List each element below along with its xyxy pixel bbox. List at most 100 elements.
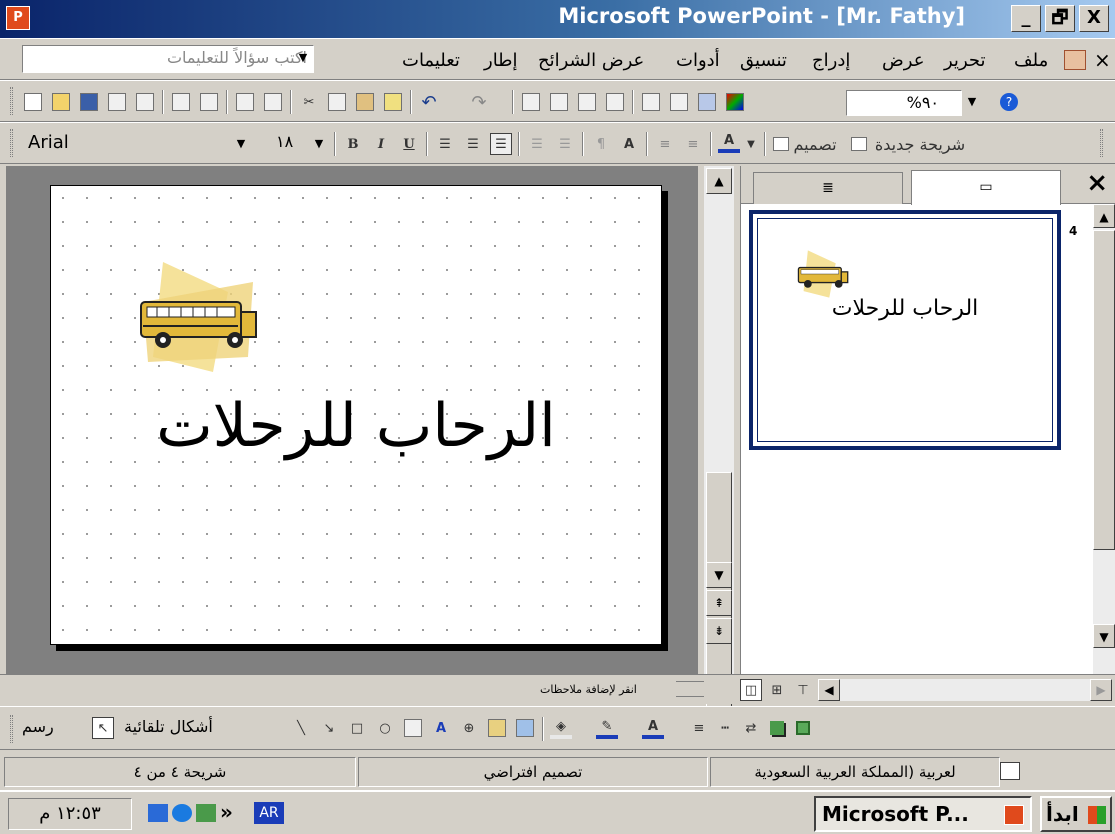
- fill-color-icon[interactable]: ◈: [550, 717, 572, 739]
- expand-all-icon[interactable]: [640, 91, 662, 113]
- decrease-indent-icon[interactable]: ≡: [654, 133, 676, 155]
- font-name-chevron-down-icon[interactable]: ▼: [232, 133, 250, 155]
- slideshow-view-icon[interactable]: ⊤: [792, 679, 814, 701]
- menu-help[interactable]: تعليمات: [402, 50, 460, 71]
- pane-scroll-down-icon[interactable]: ▼: [1093, 624, 1115, 648]
- bullets-icon[interactable]: ☰: [554, 133, 576, 155]
- spelling-icon[interactable]: [234, 91, 256, 113]
- pane-scrollbar[interactable]: ▲ ▼: [1093, 204, 1115, 674]
- splitter-icon[interactable]: [676, 681, 704, 697]
- menu-close-icon[interactable]: ×: [1094, 48, 1111, 72]
- next-slide-icon[interactable]: ⇟: [706, 618, 732, 644]
- font-color-chevron-down-icon[interactable]: ▼: [740, 133, 762, 155]
- chevron-down-icon[interactable]: ▼: [294, 47, 312, 69]
- grid-icon[interactable]: [696, 91, 718, 113]
- line-icon[interactable]: ╲: [290, 717, 312, 739]
- undo-icon[interactable]: ↶: [418, 91, 440, 113]
- dash-style-icon[interactable]: ┅: [714, 717, 736, 739]
- textbox-icon[interactable]: [402, 717, 424, 739]
- previous-slide-icon[interactable]: ⇞: [706, 590, 732, 616]
- align-center-icon[interactable]: ☰: [462, 133, 484, 155]
- new-slide-button[interactable]: شريحة جديدة: [872, 133, 968, 155]
- show-formatting-icon[interactable]: [668, 91, 690, 113]
- diagram-icon[interactable]: ⊕: [458, 717, 480, 739]
- help-icon[interactable]: ?: [998, 91, 1020, 113]
- tables-borders-icon[interactable]: [576, 91, 598, 113]
- language-indicator[interactable]: AR: [254, 802, 284, 824]
- menu-edit[interactable]: تحرير: [944, 50, 986, 71]
- open-icon[interactable]: [50, 91, 72, 113]
- select-objects-icon[interactable]: ↖: [92, 717, 114, 739]
- slide-title[interactable]: الرحاب للرحلات: [51, 391, 661, 461]
- notes-placeholder[interactable]: انقر لإضافة ملاحظات: [540, 683, 637, 696]
- insert-picture-icon[interactable]: [514, 717, 536, 739]
- line-color-icon[interactable]: ✎: [596, 717, 618, 739]
- table-icon[interactable]: [548, 91, 570, 113]
- research-icon[interactable]: [262, 91, 284, 113]
- redo-icon[interactable]: ↷: [468, 91, 490, 113]
- scroll-up-icon[interactable]: ▲: [706, 168, 732, 194]
- cut-icon[interactable]: ✂: [298, 91, 320, 113]
- save-icon[interactable]: [78, 91, 100, 113]
- menu-format[interactable]: تنسيق: [740, 50, 787, 71]
- new-icon[interactable]: [22, 91, 44, 113]
- close-button[interactable]: X: [1079, 5, 1109, 32]
- help-search-input[interactable]: اكتب سؤالاً للتعليمات: [22, 45, 314, 73]
- tray-chevron[interactable]: »: [220, 800, 233, 824]
- menu-insert[interactable]: إدراج: [812, 50, 850, 71]
- design-icon[interactable]: [770, 133, 792, 155]
- wordart-icon[interactable]: A: [430, 717, 452, 739]
- font-name-field[interactable]: Arial: [22, 130, 230, 158]
- italic-button[interactable]: I: [370, 133, 392, 155]
- slide-thumbnail[interactable]: الرحاب للرحلات: [749, 210, 1061, 450]
- chart-icon[interactable]: [520, 91, 542, 113]
- school-bus-icon[interactable]: [133, 262, 273, 372]
- menu-file[interactable]: ملف: [1014, 50, 1048, 71]
- design-button[interactable]: تصميم: [790, 133, 840, 155]
- scroll-down-icon[interactable]: ▼: [706, 562, 732, 588]
- horizontal-scrollbar[interactable]: ◀ ▶: [818, 679, 1112, 701]
- format-painter-icon[interactable]: [382, 91, 404, 113]
- draw-menu[interactable]: رسم: [22, 717, 54, 736]
- text-color-icon[interactable]: A: [642, 717, 664, 739]
- print-icon[interactable]: [170, 91, 192, 113]
- numbering-icon[interactable]: ☰: [526, 133, 548, 155]
- underline-button[interactable]: U: [398, 133, 420, 155]
- new-slide-icon[interactable]: [848, 133, 870, 155]
- bold-button[interactable]: B: [342, 133, 364, 155]
- font-size-chevron-down-icon[interactable]: ▼: [310, 133, 328, 155]
- slide-sorter-view-icon[interactable]: ⊞: [766, 679, 788, 701]
- scroll-right-icon[interactable]: ▶: [1090, 679, 1112, 701]
- shadow-icon[interactable]: [766, 717, 788, 739]
- zoom-field[interactable]: %٩٠: [846, 90, 962, 116]
- hyperlink-icon[interactable]: [604, 91, 626, 113]
- taskbar-powerpoint-button[interactable]: Microsoft P...: [814, 796, 1032, 832]
- restore-button[interactable]: 🗗: [1045, 5, 1075, 32]
- 3d-icon[interactable]: [792, 717, 814, 739]
- oval-icon[interactable]: ○: [374, 717, 396, 739]
- slide-scrollbar[interactable]: ▲ ▼ ⇞ ⇟: [704, 166, 734, 728]
- text-direction-icon[interactable]: ¶: [590, 133, 612, 155]
- menu-slideshow[interactable]: عرض الشرائح: [538, 50, 644, 71]
- zoom-chevron-down-icon[interactable]: ▼: [963, 91, 981, 113]
- autoshapes-menu[interactable]: أشكال تلقائية: [124, 717, 213, 736]
- font-color-button[interactable]: A: [718, 131, 740, 153]
- pane-close-icon[interactable]: ×: [1086, 168, 1108, 198]
- start-button[interactable]: ابدأ: [1040, 796, 1112, 832]
- outline-tab[interactable]: ≣: [753, 172, 903, 204]
- email-icon[interactable]: [134, 91, 156, 113]
- slide-canvas[interactable]: الرحاب للرحلات: [50, 185, 662, 645]
- title-bar[interactable]: P Microsoft PowerPoint - [Mr. Fathy] _ 🗗…: [0, 0, 1115, 38]
- pane-scroll-up-icon[interactable]: ▲: [1093, 204, 1115, 228]
- paste-icon[interactable]: [354, 91, 376, 113]
- menu-tools[interactable]: أدوات: [676, 50, 720, 71]
- minimize-button[interactable]: _: [1011, 5, 1041, 32]
- increase-indent-icon[interactable]: ≡: [682, 133, 704, 155]
- scroll-left-icon[interactable]: ◀: [818, 679, 840, 701]
- normal-view-icon[interactable]: ◫: [740, 679, 762, 701]
- menu-window[interactable]: إطار: [484, 50, 518, 71]
- line-style-icon[interactable]: ≡: [688, 717, 710, 739]
- font-size-field[interactable]: ١٨: [270, 130, 306, 158]
- permission-icon[interactable]: [106, 91, 128, 113]
- increase-font-button[interactable]: A: [618, 133, 640, 155]
